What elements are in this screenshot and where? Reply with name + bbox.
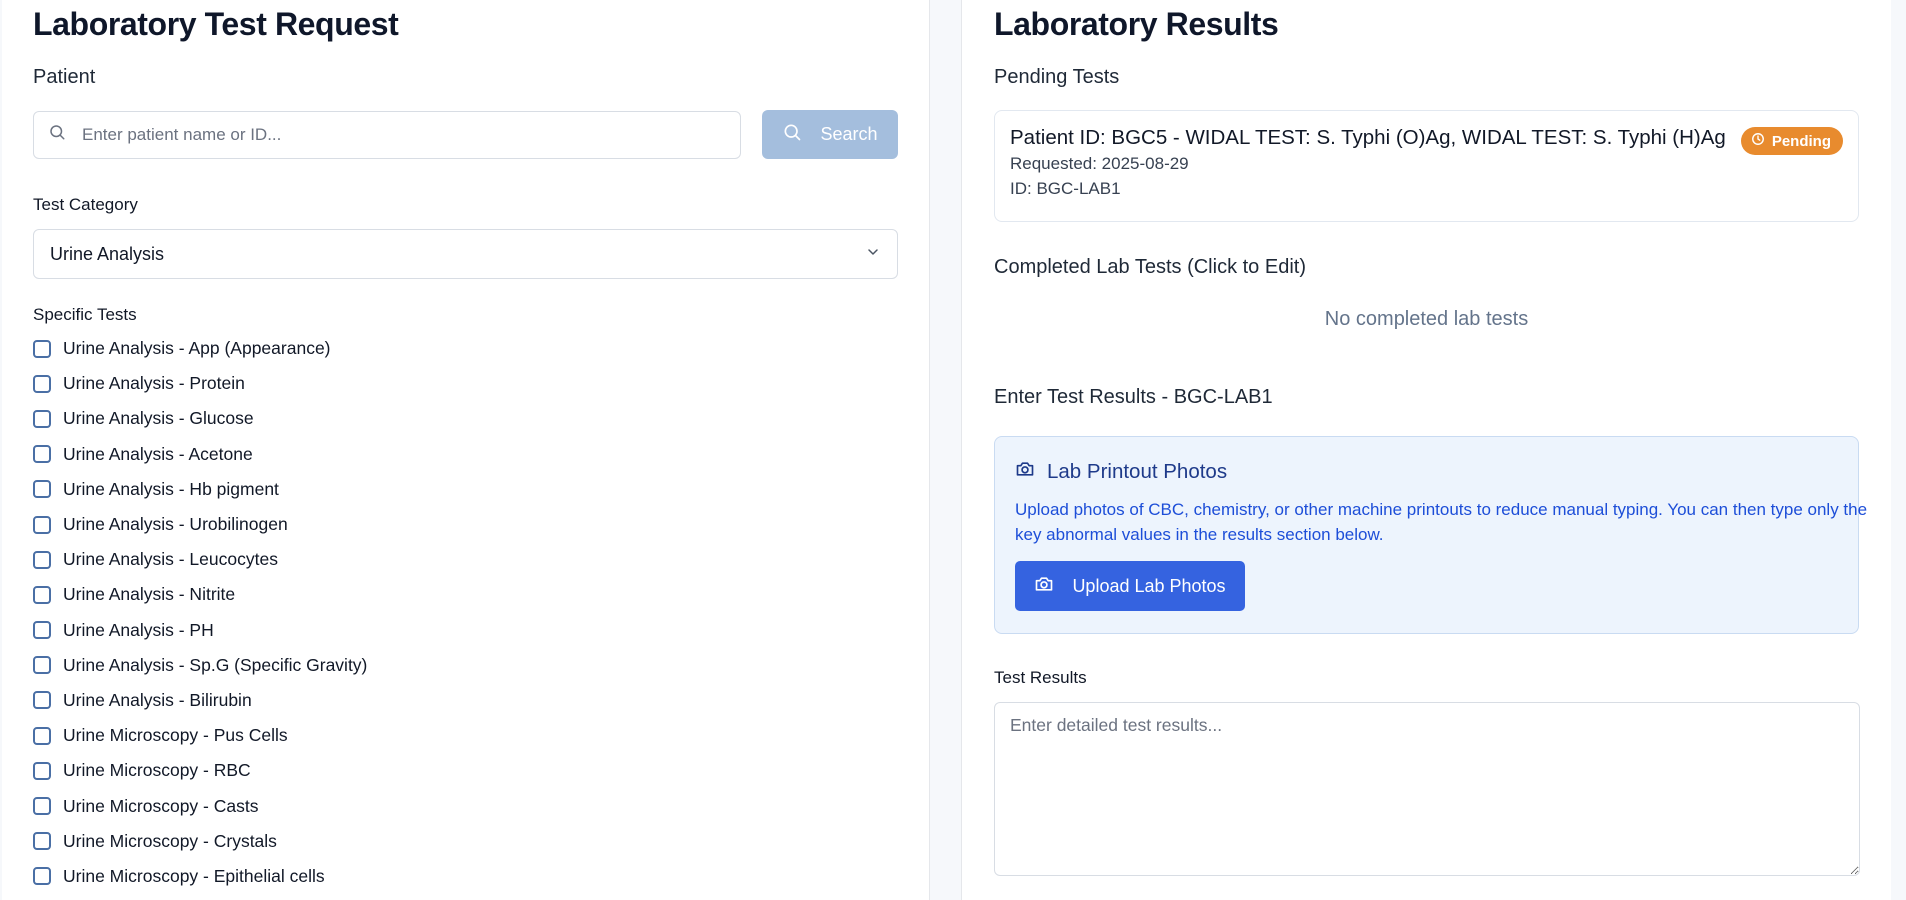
checkbox[interactable] (33, 339, 51, 358)
pending-test-card[interactable]: Patient ID: BGC5 - WIDAL TEST: S. Typhi … (994, 110, 1859, 222)
test-checkbox-item[interactable]: Urine Analysis - Protein (33, 366, 898, 401)
camera-icon (1015, 459, 1035, 485)
test-checkbox-item[interactable]: Urine Analysis - Leucocytes (33, 542, 898, 577)
test-checkbox-item[interactable]: Urine Microscopy - Epithelial cells (33, 859, 898, 894)
checkbox[interactable] (33, 515, 51, 534)
test-checkbox-item[interactable]: Urine Analysis - Bilirubin (33, 683, 898, 718)
pending-test-id: ID: BGC-LAB1 (1010, 179, 1121, 198)
test-label: Urine Microscopy - RBC (63, 760, 251, 781)
test-category-label: Test Category (33, 195, 138, 214)
pending-test-requested: Requested: 2025-08-29 (1010, 154, 1189, 173)
test-label: Urine Analysis - Protein (63, 373, 245, 394)
search-button-label: Search (820, 124, 878, 144)
pending-test-title: Patient ID: BGC5 - WIDAL TEST: S. Typhi … (1010, 126, 1726, 149)
test-checkbox-item[interactable]: Urine Analysis - Sp.G (Specific Gravity) (33, 648, 898, 683)
completed-empty-message: No completed lab tests (1324, 308, 1529, 330)
checkbox[interactable] (33, 409, 51, 428)
test-results-textarea[interactable] (994, 702, 1860, 876)
results-title: Laboratory Results (994, 6, 1279, 42)
status-badge-label: Pending (1771, 132, 1831, 150)
upload-lab-photos-button[interactable]: Upload Lab Photos (1015, 561, 1245, 611)
checkbox[interactable] (33, 691, 51, 710)
test-label: Urine Analysis - Leucocytes (63, 549, 278, 570)
checkbox[interactable] (33, 445, 51, 464)
patient-search-input[interactable] (80, 123, 704, 146)
test-label: Urine Analysis - Bilirubin (63, 689, 252, 710)
test-label: Urine Analysis - Sp.G (Specific Gravity) (63, 654, 368, 675)
checkbox[interactable] (33, 374, 51, 393)
photo-card-title: Lab Printout Photos (1015, 459, 1838, 485)
checkbox[interactable] (33, 585, 51, 604)
checkbox[interactable] (33, 726, 51, 745)
test-label: Urine Microscopy - Casts (63, 795, 259, 816)
checkbox[interactable] (33, 761, 51, 780)
search-icon (782, 122, 802, 147)
test-label: Urine Microscopy - Crystals (63, 830, 277, 851)
checkbox[interactable] (33, 832, 51, 851)
pending-tests-label: Pending Tests (994, 66, 1120, 88)
clock-icon (1751, 132, 1765, 150)
test-category-select[interactable]: Urine Analysis (33, 229, 898, 279)
test-label: Urine Microscopy - Epithelial cells (63, 865, 325, 886)
specific-tests-label: Specific Tests (33, 305, 137, 324)
test-checkbox-item[interactable]: Urine Analysis - PH (33, 613, 898, 648)
test-checkbox-item[interactable]: Urine Analysis - Nitrite (33, 577, 898, 612)
patient-search-field[interactable] (33, 110, 741, 159)
test-checkbox-item[interactable]: Urine Analysis - Acetone (33, 437, 898, 472)
test-checkbox-item[interactable]: Urine Analysis - Glucose (33, 401, 898, 436)
upload-button-label: Upload Lab Photos (1072, 575, 1226, 596)
photo-card-title-label: Lab Printout Photos (1047, 460, 1228, 483)
search-button[interactable]: Search (762, 110, 898, 159)
test-label: Urine Analysis - App (Appearance) (63, 338, 331, 359)
test-checkbox-item[interactable]: Urine Microscopy - Crystals (33, 824, 898, 859)
test-checkbox-item[interactable]: Urine Microscopy - RBC (33, 753, 898, 788)
checkbox[interactable] (33, 797, 51, 816)
test-label: Urine Analysis - Acetone (63, 443, 253, 464)
camera-icon (1034, 574, 1054, 599)
test-checkbox-item[interactable]: Urine Analysis - App (Appearance) (33, 331, 898, 366)
specific-tests-list: Urine Analysis - App (Appearance) Urine … (33, 331, 898, 894)
test-checkbox-item[interactable]: Urine Microscopy - Pus Cells (33, 718, 898, 753)
test-label: Urine Analysis - Hb pigment (63, 478, 279, 499)
checkbox[interactable] (33, 867, 51, 886)
patient-search-row: Search (33, 110, 898, 159)
test-checkbox-item[interactable]: Urine Analysis - Urobilinogen (33, 507, 898, 542)
lab-request-panel: Laboratory Test Request Patient Search T… (2, 0, 930, 900)
checkbox[interactable] (33, 656, 51, 675)
search-icon (48, 123, 66, 146)
test-label: Urine Analysis - Urobilinogen (63, 514, 288, 535)
test-checkbox-item[interactable]: Urine Microscopy - Casts (33, 788, 898, 823)
lab-results-panel: Laboratory Results Pending Tests Patient… (961, 0, 1891, 900)
test-label: Urine Analysis - Nitrite (63, 584, 236, 605)
photo-card-description: Upload photos of CBC, chemistry, or othe… (1015, 500, 1868, 544)
checkbox[interactable] (33, 480, 51, 499)
checkbox[interactable] (33, 550, 51, 569)
page-title: Laboratory Test Request (33, 6, 399, 42)
chevron-down-icon (865, 244, 881, 265)
patient-label: Patient (33, 66, 96, 88)
status-badge: Pending (1740, 127, 1843, 155)
completed-tests-label: Completed Lab Tests (Click to Edit) (994, 256, 1306, 278)
checkbox[interactable] (33, 621, 51, 640)
test-results-label: Test Results (994, 668, 1087, 687)
test-label: Urine Analysis - PH (63, 619, 214, 640)
test-label: Urine Analysis - Glucose (63, 408, 254, 429)
enter-results-heading: Enter Test Results - BGC-LAB1 (994, 386, 1273, 408)
test-label: Urine Microscopy - Pus Cells (63, 725, 288, 746)
test-checkbox-item[interactable]: Urine Analysis - Hb pigment (33, 472, 898, 507)
test-category-value: Urine Analysis (50, 243, 165, 264)
lab-printout-photos-card: Lab Printout Photos Upload photos of CBC… (994, 436, 1867, 634)
